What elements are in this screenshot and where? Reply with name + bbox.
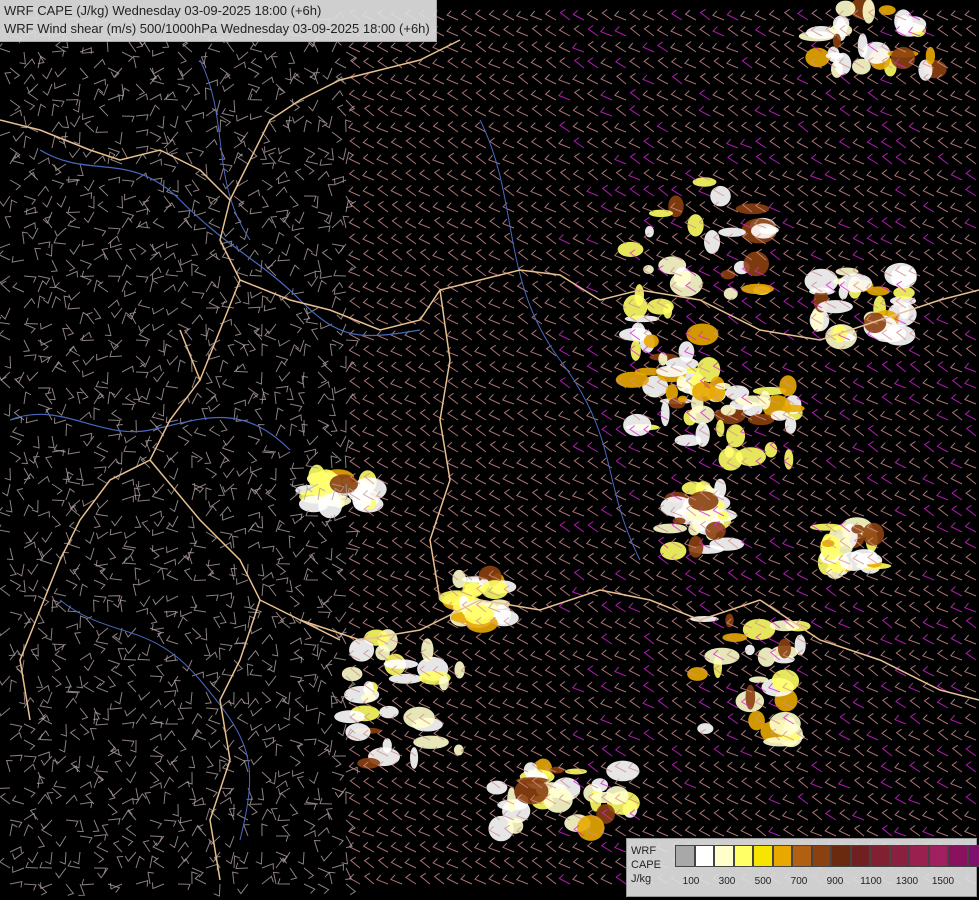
legend-tick: 1100 <box>860 876 882 887</box>
legend-variable-label: CAPE <box>631 859 661 871</box>
legend-swatch <box>928 845 948 867</box>
map-title-box: WRF CAPE (J/kg) Wednesday 03-09-2025 18:… <box>0 0 437 42</box>
legend-swatch <box>889 845 909 867</box>
legend-tick: 300 <box>718 876 736 887</box>
legend-tick: 1300 <box>895 876 919 887</box>
legend-swatch <box>967 845 979 867</box>
legend-swatch <box>870 845 890 867</box>
legend-swatch <box>811 845 831 867</box>
weather-map <box>0 0 979 900</box>
wind-shear-title: WRF Wind shear (m/s) 500/1000hPa Wednesd… <box>4 21 430 36</box>
legend-swatch <box>948 845 968 867</box>
legend-swatch <box>772 845 792 867</box>
legend-swatch <box>714 845 734 867</box>
legend-swatch <box>694 845 714 867</box>
legend-swatch <box>831 845 851 867</box>
legend-swatch <box>909 845 929 867</box>
legend-swatch <box>733 845 753 867</box>
legend-swatch <box>850 845 870 867</box>
legend-swatch <box>675 845 695 867</box>
legend-tick: 100 <box>682 876 700 887</box>
legend-swatch <box>753 845 773 867</box>
legend-model-label: WRF <box>631 845 657 857</box>
legend-swatch <box>792 845 812 867</box>
legend-color-scale <box>675 845 979 867</box>
legend-tick: 900 <box>826 876 844 887</box>
legend-tick-labels: 100 300 500 700 900 1100 1300 1500 <box>675 876 975 890</box>
legend-tick: 1500 <box>931 876 955 887</box>
legend-unit-label: J/kg <box>631 873 652 885</box>
legend-tick: 700 <box>790 876 808 887</box>
legend-tick: 500 <box>754 876 772 887</box>
cape-title: WRF CAPE (J/kg) Wednesday 03-09-2025 18:… <box>4 3 322 18</box>
cape-legend: WRF CAPE J/kg 100 300 500 700 900 1100 1300 150… <box>626 838 979 897</box>
